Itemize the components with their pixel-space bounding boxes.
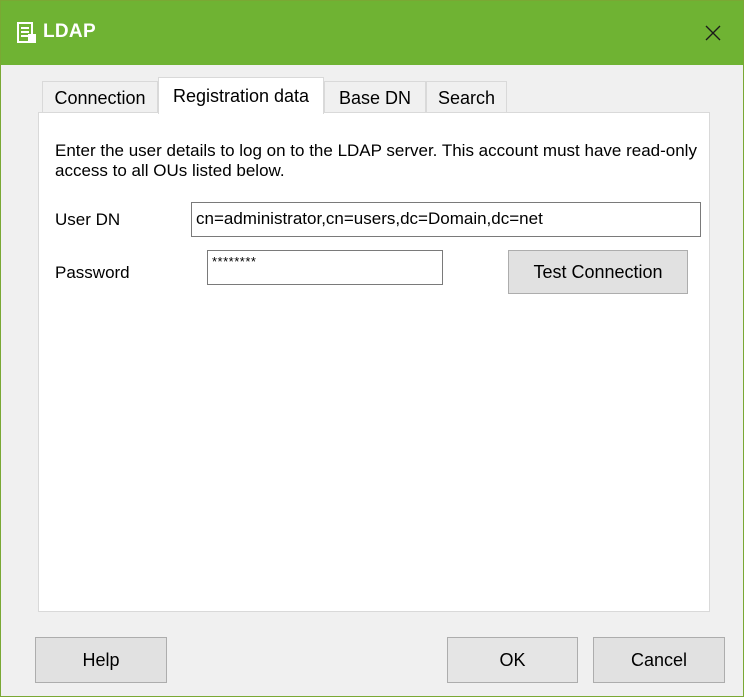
- tab-base-dn[interactable]: Base DN: [324, 81, 426, 113]
- close-icon[interactable]: [705, 25, 721, 41]
- user-dn-label: User DN: [55, 210, 121, 229]
- document-list-icon: [17, 22, 36, 43]
- test-connection-button[interactable]: Test Connection: [508, 250, 688, 294]
- tab-registration-data[interactable]: Registration data: [158, 77, 324, 114]
- help-button[interactable]: Help: [35, 637, 167, 683]
- title-bar: LDAP: [1, 1, 743, 65]
- close-button[interactable]: [683, 1, 743, 65]
- password-label: Password: [55, 263, 130, 282]
- description-text: Enter the user details to log on to the …: [55, 141, 697, 180]
- tab-search[interactable]: Search: [426, 81, 507, 113]
- ldap-dialog: LDAP Connection Registration data Base D…: [0, 0, 744, 697]
- registration-data-panel: Enter the user details to log on to the …: [38, 112, 710, 612]
- user-dn-input[interactable]: cn=administrator,cn=users,dc=Domain,dc=n…: [191, 202, 701, 237]
- password-input[interactable]: ********: [207, 250, 443, 285]
- window-title: LDAP: [43, 21, 96, 42]
- cancel-button[interactable]: Cancel: [593, 637, 725, 683]
- tab-connection[interactable]: Connection: [42, 81, 158, 113]
- ok-button[interactable]: OK: [447, 637, 578, 683]
